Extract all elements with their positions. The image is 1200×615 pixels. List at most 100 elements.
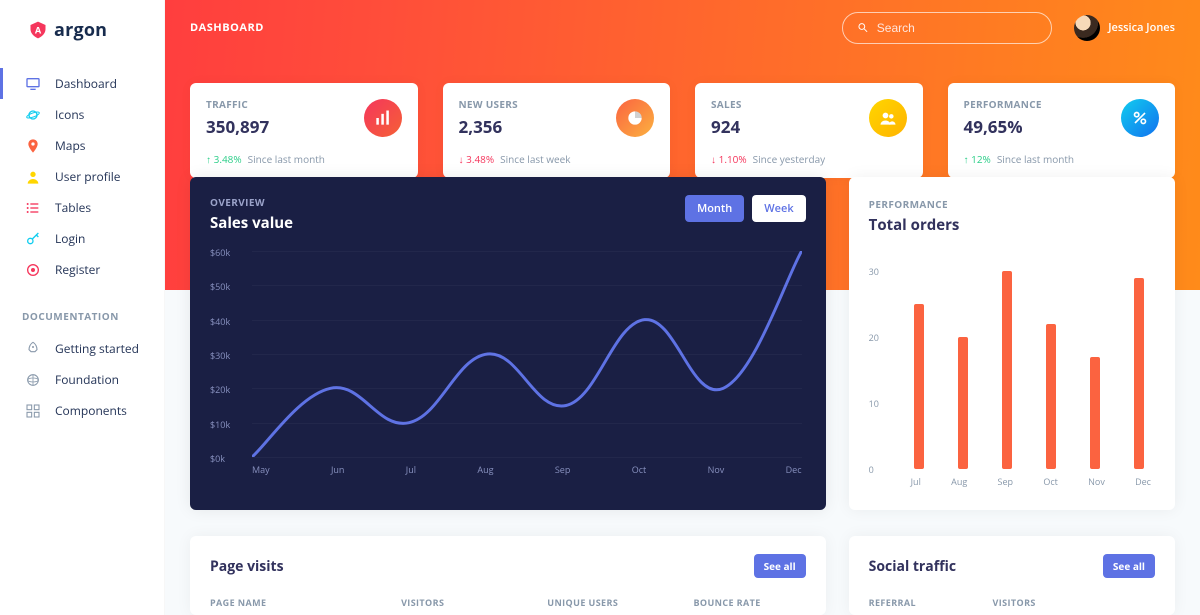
stats-row: TRAFFIC 350,897 ↑ 3.48% Since last month… bbox=[190, 55, 1175, 178]
brand[interactable]: A argon bbox=[0, 0, 164, 68]
pin-icon bbox=[25, 138, 41, 154]
planet-icon bbox=[25, 107, 41, 123]
y-tick: $30k bbox=[210, 349, 248, 362]
circle-icon bbox=[25, 262, 41, 278]
user-name: Jessica Jones bbox=[1108, 20, 1175, 35]
sidebar-item-label: Login bbox=[55, 230, 85, 247]
brand-shield-icon: A bbox=[28, 20, 48, 40]
sidebar-item-register[interactable]: Register bbox=[0, 254, 164, 285]
stat-delta: ↓ 1.10% bbox=[711, 152, 747, 166]
tv-icon bbox=[25, 76, 41, 92]
docs-heading: DOCUMENTATION bbox=[0, 285, 164, 333]
sidebar-item-user-profile[interactable]: User profile bbox=[0, 161, 164, 192]
sidebar-item-maps[interactable]: Maps bbox=[0, 130, 164, 161]
x-tick: Jul bbox=[406, 463, 416, 481]
user-icon bbox=[25, 169, 41, 185]
orders-chart-title: Total orders bbox=[869, 215, 1155, 235]
sidebar-item-label: Tables bbox=[55, 199, 91, 216]
docs-item-getting-started[interactable]: Getting started bbox=[0, 333, 164, 364]
sidebar-item-dashboard[interactable]: Dashboard bbox=[0, 68, 164, 99]
stat-period: Since last month bbox=[248, 152, 325, 166]
column-header: VISITORS bbox=[993, 596, 1057, 609]
orders-chart-sub: PERFORMANCE bbox=[869, 197, 1155, 211]
brand-text: argon bbox=[54, 18, 107, 42]
x-tick: Aug bbox=[951, 475, 967, 493]
sales-chart-card: OVERVIEW Sales value Month Week $60k$50k… bbox=[190, 177, 826, 510]
page-visits-columns: PAGE NAME VISITORS UNIQUE USERS BOUNCE RATE bbox=[210, 596, 806, 609]
x-tick: Nov bbox=[1088, 475, 1105, 493]
orders-chart-plot: 3020100 JulAugSepOctNovDec bbox=[869, 253, 1155, 493]
column-header: UNIQUE USERS bbox=[547, 596, 659, 609]
sidebar-item-label: Dashboard bbox=[55, 75, 117, 92]
nav-docs: Getting started Foundation Components bbox=[0, 333, 164, 426]
search-icon bbox=[857, 21, 869, 34]
sidebar-item-label: Icons bbox=[55, 106, 84, 123]
orders-bar bbox=[1134, 278, 1144, 469]
stat-card-traffic: TRAFFIC 350,897 ↑ 3.48% Since last month bbox=[190, 83, 418, 178]
y-tick: 30 bbox=[869, 265, 907, 278]
docs-item-components[interactable]: Components bbox=[0, 395, 164, 426]
stat-card-new-users: NEW USERS 2,356 ↓ 3.48% Since last week bbox=[443, 83, 671, 178]
nav-main: Dashboard Icons Maps User profile Tables Logi… bbox=[0, 68, 164, 285]
breadcrumb: DASHBOARD bbox=[190, 20, 264, 35]
x-tick: Jun bbox=[331, 463, 344, 481]
sidebar-item-icons[interactable]: Icons bbox=[0, 99, 164, 130]
user-menu[interactable]: Jessica Jones bbox=[1074, 15, 1175, 41]
x-tick: May bbox=[252, 463, 270, 481]
search-input[interactable] bbox=[877, 21, 1037, 35]
orders-bar bbox=[1046, 324, 1056, 469]
sidebar-item-label: Maps bbox=[55, 137, 86, 154]
stat-delta: ↑ 12% bbox=[964, 152, 991, 166]
y-tick: $50k bbox=[210, 280, 248, 293]
x-tick: Sep bbox=[555, 463, 571, 481]
svg-text:A: A bbox=[35, 23, 42, 36]
page-visits-seeall-button[interactable]: See all bbox=[754, 554, 806, 578]
page-visits-card: Page visits See all PAGE NAME VISITORS UNI… bbox=[190, 536, 826, 615]
page-visits-title: Page visits bbox=[210, 557, 284, 576]
pie-icon bbox=[616, 99, 654, 137]
x-tick: Oct bbox=[1043, 475, 1058, 493]
social-traffic-seeall-button[interactable]: See all bbox=[1103, 554, 1155, 578]
charts-row: OVERVIEW Sales value Month Week $60k$50k… bbox=[165, 177, 1200, 510]
y-tick: $40k bbox=[210, 315, 248, 328]
list-icon bbox=[25, 200, 41, 216]
stat-period: Since yesterday bbox=[753, 152, 826, 166]
sidebar-item-label: User profile bbox=[55, 168, 121, 185]
y-tick: $60k bbox=[210, 246, 248, 259]
stat-period: Since last month bbox=[997, 152, 1074, 166]
y-tick: 10 bbox=[869, 397, 907, 410]
column-header: BOUNCE RATE bbox=[693, 596, 805, 609]
y-tick: 0 bbox=[869, 463, 907, 476]
y-tick: $10k bbox=[210, 418, 248, 431]
x-tick: Aug bbox=[477, 463, 493, 481]
x-tick: Dec bbox=[786, 463, 802, 481]
sales-chart-plot: $60k$50k$40k$30k$20k$10k$0k MayJunJulAug… bbox=[210, 251, 806, 481]
orders-bar bbox=[914, 304, 924, 469]
x-tick: Dec bbox=[1135, 475, 1151, 493]
sidebar: A argon Dashboard Icons Maps User profile Ta… bbox=[0, 0, 165, 615]
stat-delta: ↑ 3.48% bbox=[206, 152, 242, 166]
bar-icon bbox=[364, 99, 402, 137]
main: DASHBOARD Jessica Jones TRAFFIC 350,897 … bbox=[165, 0, 1200, 615]
social-traffic-title: Social traffic bbox=[869, 557, 956, 576]
y-tick: $0k bbox=[210, 452, 248, 465]
sales-chart-sub: OVERVIEW bbox=[210, 195, 293, 209]
tab-month[interactable]: Month bbox=[685, 195, 744, 222]
grid-icon bbox=[25, 403, 41, 419]
stat-delta: ↓ 3.48% bbox=[459, 152, 495, 166]
docs-item-foundation[interactable]: Foundation bbox=[0, 364, 164, 395]
sidebar-item-tables[interactable]: Tables bbox=[0, 192, 164, 223]
column-header: VISITORS bbox=[401, 596, 513, 609]
search-box[interactable] bbox=[842, 12, 1052, 44]
stat-card-sales: SALES 924 ↓ 1.10% Since yesterday bbox=[695, 83, 923, 178]
tab-week[interactable]: Week bbox=[752, 195, 805, 222]
y-tick: $20k bbox=[210, 383, 248, 396]
orders-bar bbox=[1090, 357, 1100, 469]
column-header: PAGE NAME bbox=[210, 596, 367, 609]
topbar: DASHBOARD Jessica Jones bbox=[190, 0, 1175, 55]
sidebar-item-login[interactable]: Login bbox=[0, 223, 164, 254]
docs-item-label: Components bbox=[55, 402, 127, 419]
docs-item-label: Getting started bbox=[55, 340, 139, 357]
tables-row: Page visits See all PAGE NAME VISITORS UNI… bbox=[165, 510, 1200, 615]
globe-icon bbox=[25, 372, 41, 388]
